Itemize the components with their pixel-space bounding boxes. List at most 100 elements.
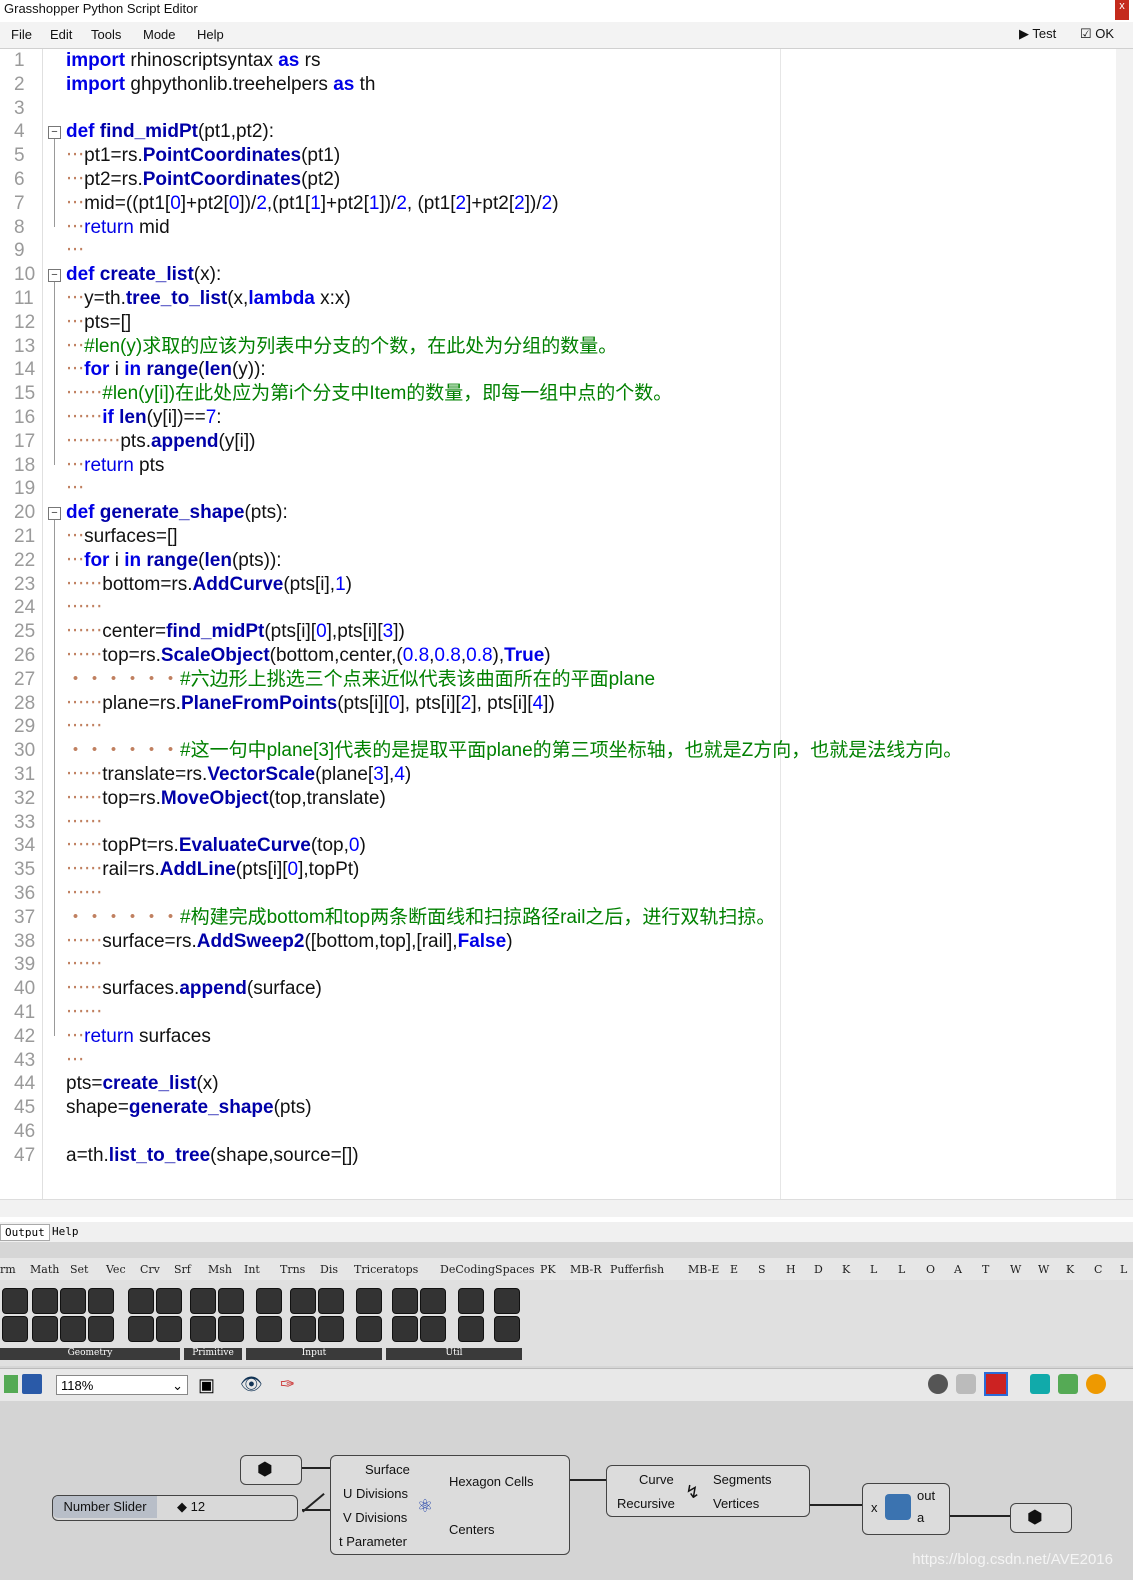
- category-tab[interactable]: O: [926, 1263, 935, 1276]
- category-tab[interactable]: DeCodingSpaces: [440, 1263, 535, 1276]
- close-button[interactable]: x: [1115, 0, 1129, 20]
- render-icon[interactable]: [1086, 1374, 1106, 1394]
- zoom-extents-icon[interactable]: ▣: [198, 1375, 215, 1396]
- open-icon[interactable]: [4, 1375, 18, 1393]
- category-tab[interactable]: PK: [540, 1263, 556, 1276]
- component-icon[interactable]: [2, 1316, 28, 1342]
- play-icon: ▶: [1019, 26, 1029, 41]
- category-tab[interactable]: L: [870, 1263, 877, 1276]
- surface-param[interactable]: ⬢: [240, 1455, 302, 1485]
- menu-tools[interactable]: Tools: [91, 27, 121, 42]
- vertical-scrollbar[interactable]: [1116, 49, 1133, 1199]
- component-icon[interactable]: [218, 1288, 244, 1314]
- component-icon[interactable]: [60, 1288, 86, 1314]
- category-tab[interactable]: Msh: [208, 1263, 232, 1276]
- category-tab[interactable]: Set: [70, 1263, 88, 1276]
- fold-toggle-icon[interactable]: −: [48, 126, 61, 140]
- category-tab[interactable]: T: [982, 1263, 989, 1276]
- component-icon[interactable]: [88, 1288, 114, 1314]
- category-tab[interactable]: MB-R: [570, 1263, 602, 1276]
- component-icon[interactable]: [32, 1288, 58, 1314]
- component-icon[interactable]: [60, 1316, 86, 1342]
- test-button[interactable]: ▶ Test: [1019, 26, 1056, 42]
- category-tab[interactable]: L: [1120, 1263, 1127, 1276]
- category-tab[interactable]: Srf: [174, 1263, 191, 1276]
- component-icon[interactable]: [156, 1316, 182, 1342]
- preview-eye-icon[interactable]: 👁: [240, 1374, 263, 1395]
- category-tab[interactable]: K: [842, 1263, 850, 1276]
- component-icon[interactable]: [156, 1288, 182, 1314]
- menu-file[interactable]: File: [11, 27, 32, 42]
- category-tab[interactable]: Trns: [280, 1263, 305, 1276]
- gh-canvas[interactable]: ⬢ Number Slider ◆ 12 Surface U Divisions…: [0, 1401, 1133, 1580]
- menu-mode[interactable]: Mode: [143, 27, 176, 42]
- category-tab[interactable]: Dis: [320, 1263, 338, 1276]
- brep-param[interactable]: ⬢: [1010, 1503, 1072, 1533]
- category-tab[interactable]: S: [758, 1263, 766, 1276]
- code-editor[interactable]: 1 2 3 4 5 6 7 8 9 10 11 12 13 14 15 16 17 18 19 20 21 22 23 24 2…: [0, 49, 1124, 1199]
- component-icon[interactable]: [32, 1316, 58, 1342]
- menu-edit[interactable]: Edit: [50, 27, 72, 42]
- tab-output[interactable]: Output: [0, 1224, 50, 1241]
- component-icon[interactable]: [458, 1288, 484, 1314]
- zoom-select[interactable]: 118% ⌄: [56, 1375, 188, 1395]
- component-icon[interactable]: [88, 1316, 114, 1342]
- category-tab[interactable]: MB-E: [688, 1263, 719, 1276]
- ok-button[interactable]: ☑ OK: [1080, 26, 1114, 42]
- component-icon[interactable]: [318, 1288, 344, 1314]
- category-tab[interactable]: E: [730, 1263, 738, 1276]
- component-icon[interactable]: [356, 1316, 382, 1342]
- horizontal-scrollbar[interactable]: [0, 1199, 1133, 1217]
- number-slider[interactable]: Number Slider ◆ 12: [52, 1495, 298, 1521]
- shaded-icon[interactable]: [984, 1372, 1008, 1396]
- component-icon[interactable]: [356, 1288, 382, 1314]
- category-tab[interactable]: rm: [0, 1263, 16, 1276]
- python-component[interactable]: x out a: [862, 1483, 950, 1535]
- component-icon[interactable]: [218, 1316, 244, 1342]
- component-icon[interactable]: [2, 1288, 28, 1314]
- component-icon[interactable]: [494, 1288, 520, 1314]
- category-tab[interactable]: C: [1094, 1263, 1102, 1276]
- category-tab[interactable]: Pufferfish: [610, 1263, 664, 1276]
- fold-toggle-icon[interactable]: −: [48, 507, 61, 521]
- category-tab[interactable]: Triceratops: [354, 1263, 418, 1276]
- category-tab[interactable]: W: [1010, 1263, 1021, 1276]
- component-icon[interactable]: [392, 1316, 418, 1342]
- category-tab[interactable]: D: [814, 1263, 823, 1276]
- category-tab[interactable]: Math: [30, 1263, 59, 1276]
- mesh-icon[interactable]: [1058, 1374, 1078, 1394]
- code-line: ‧‧‧pts=[]: [66, 311, 132, 333]
- category-tab[interactable]: K: [1066, 1263, 1074, 1276]
- component-icon[interactable]: [128, 1316, 154, 1342]
- category-tab[interactable]: Vec: [106, 1263, 126, 1276]
- component-icon[interactable]: [256, 1316, 282, 1342]
- component-icon[interactable]: [290, 1316, 316, 1342]
- category-tab[interactable]: Int: [244, 1263, 260, 1276]
- hexagon-cells-component[interactable]: Surface U Divisions V Divisions t Parame…: [330, 1455, 570, 1555]
- sketch-brush-icon[interactable]: ✑: [280, 1374, 295, 1395]
- component-icon[interactable]: [420, 1316, 446, 1342]
- category-tab[interactable]: L: [898, 1263, 905, 1276]
- segments-component[interactable]: Curve Recursive ↯ Segments Vertices: [606, 1465, 810, 1517]
- tab-help[interactable]: Help: [48, 1224, 83, 1239]
- preview-mode-icon[interactable]: [928, 1374, 948, 1394]
- fold-toggle-icon[interactable]: −: [48, 269, 61, 283]
- save-icon[interactable]: [22, 1374, 42, 1394]
- component-icon[interactable]: [128, 1288, 154, 1314]
- menu-help[interactable]: Help: [197, 27, 224, 42]
- wireframe-icon[interactable]: [956, 1374, 976, 1394]
- component-icon[interactable]: [256, 1288, 282, 1314]
- component-icon[interactable]: [318, 1316, 344, 1342]
- category-tab[interactable]: H: [786, 1263, 796, 1276]
- component-icon[interactable]: [190, 1288, 216, 1314]
- category-tab[interactable]: A: [954, 1263, 962, 1276]
- component-icon[interactable]: [290, 1288, 316, 1314]
- component-icon[interactable]: [494, 1316, 520, 1342]
- category-tab[interactable]: W: [1038, 1263, 1049, 1276]
- component-icon[interactable]: [420, 1288, 446, 1314]
- bake-icon[interactable]: [1030, 1374, 1050, 1394]
- category-tab[interactable]: Crv: [140, 1263, 160, 1276]
- component-icon[interactable]: [458, 1316, 484, 1342]
- component-icon[interactable]: [392, 1288, 418, 1314]
- component-icon[interactable]: [190, 1316, 216, 1342]
